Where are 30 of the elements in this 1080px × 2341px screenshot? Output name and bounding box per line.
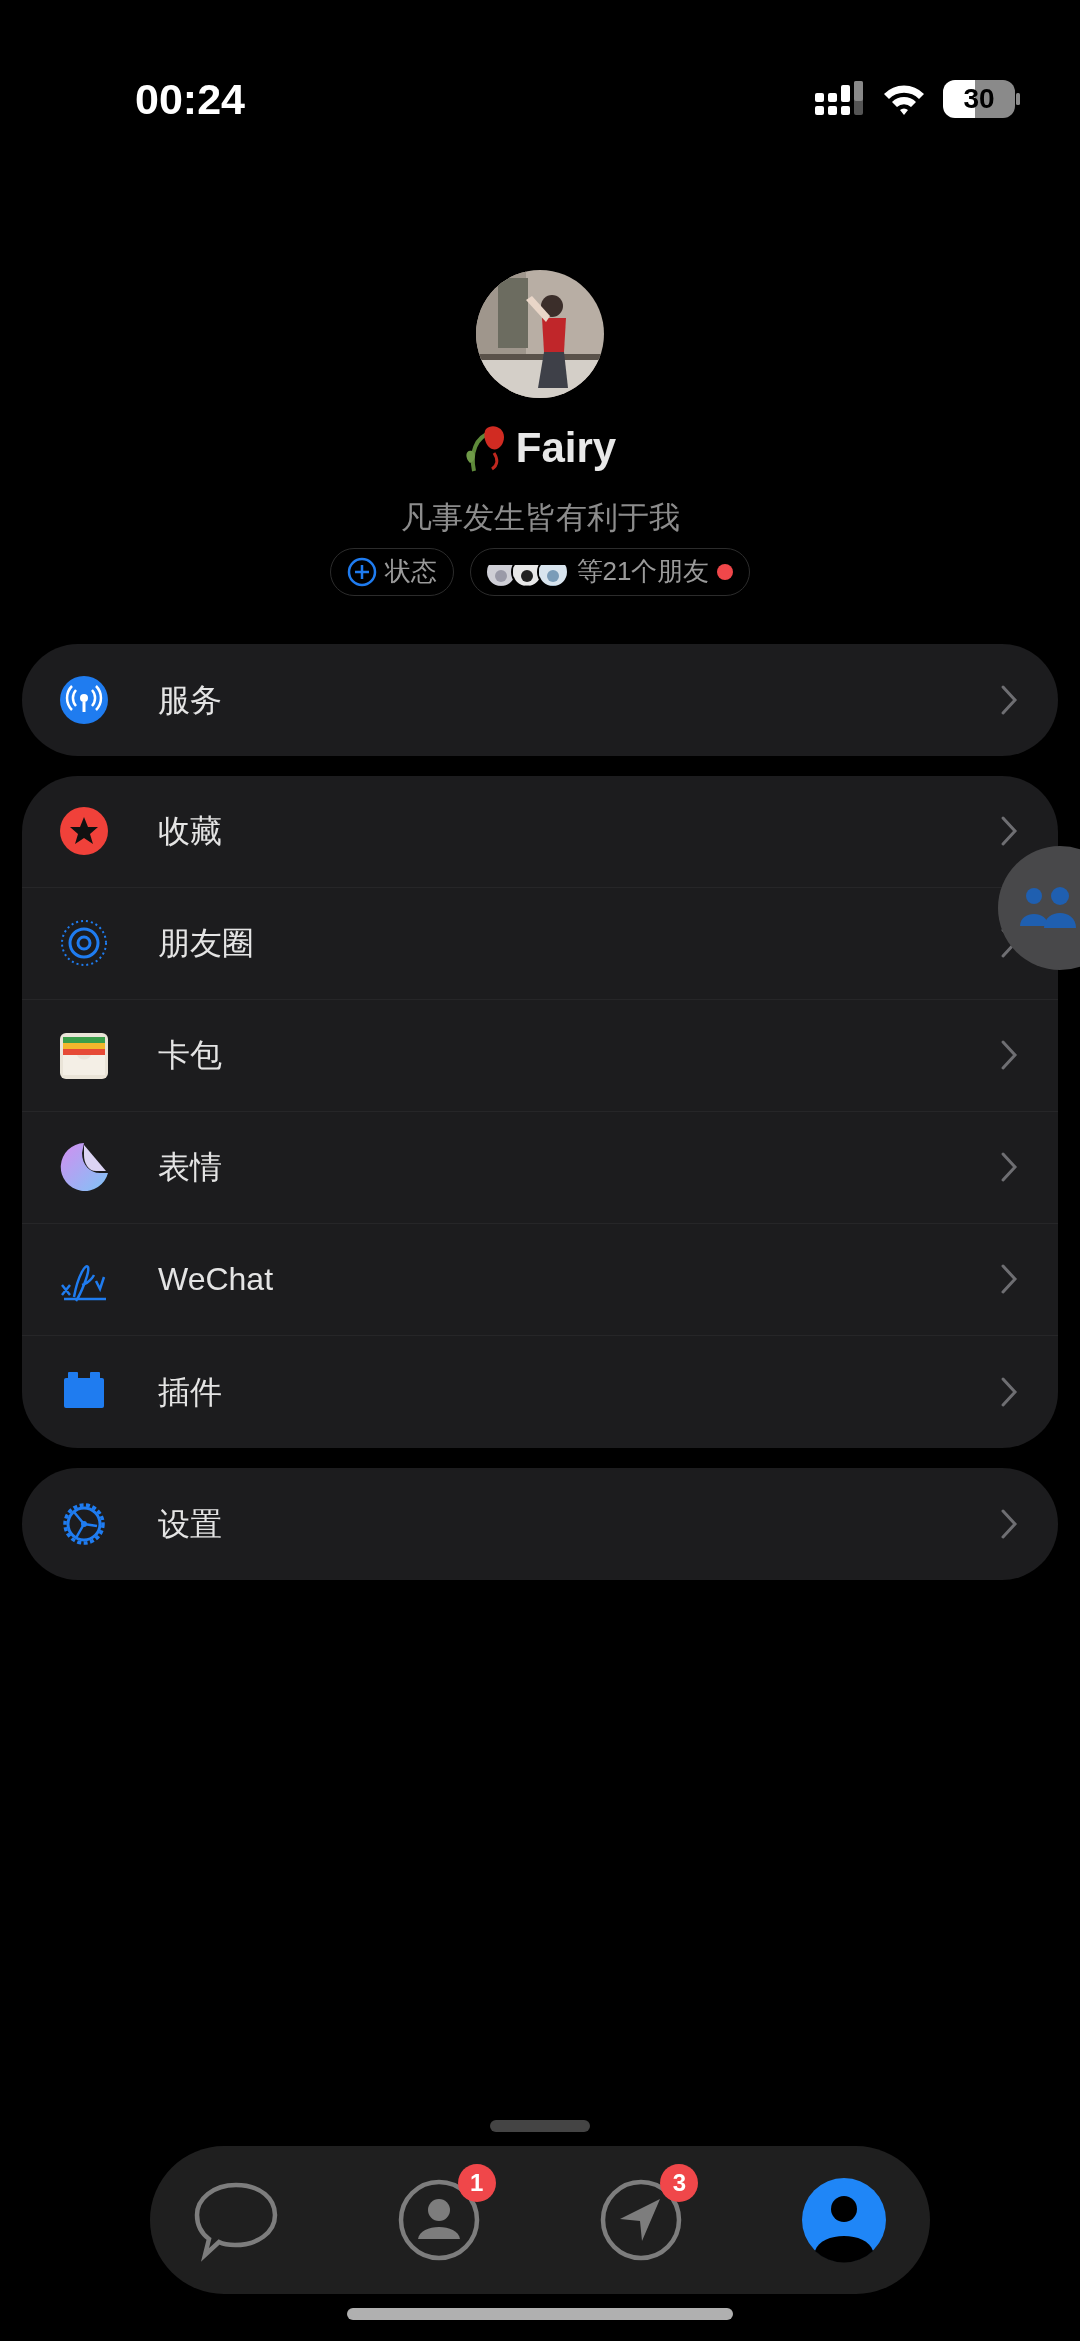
plus-circle-icon [346,556,377,587]
chevron-right-icon [1000,815,1018,847]
chevron-right-icon [1000,1151,1018,1183]
chevron-right-icon [1000,1263,1018,1295]
wallet-icon [60,1031,108,1079]
menu-item[interactable]: 设置 [22,1467,1058,1580]
tab-button[interactable]: 3 [583,2162,700,2278]
chevron-right-icon [1000,1375,1018,1408]
friends-status-button[interactable]: 等21个朋友 [469,547,751,596]
battery-tip-icon [1015,93,1020,105]
menu-item[interactable]: 卡包 [22,999,1058,1112]
status-time: 00:24 [135,73,245,125]
menu-item[interactable]: WeChat [22,1223,1058,1336]
chevron-right-icon [1000,683,1018,716]
notification-badge: 3 [660,2164,699,2202]
profile-name: Fairy [515,423,617,473]
sticker-icon [60,1143,108,1191]
menu-item[interactable]: 插件 [22,1335,1058,1448]
broadcast-icon [60,675,108,724]
notification-badge: 1 [457,2164,496,2202]
menu-item[interactable]: 服务 [22,643,1058,756]
status-button[interactable]: 状态 [329,547,454,596]
tab-button[interactable]: 1 [380,2162,497,2278]
chevron-right-icon [1000,1039,1018,1071]
profile-signature: 凡事发生皆有利于我 [400,499,680,537]
target-icon [60,919,108,967]
signal-icon [815,81,865,117]
chevron-right-icon [1000,1507,1018,1540]
menu-item[interactable]: 表情 [22,1111,1058,1224]
drag-handle[interactable] [490,2120,590,2132]
